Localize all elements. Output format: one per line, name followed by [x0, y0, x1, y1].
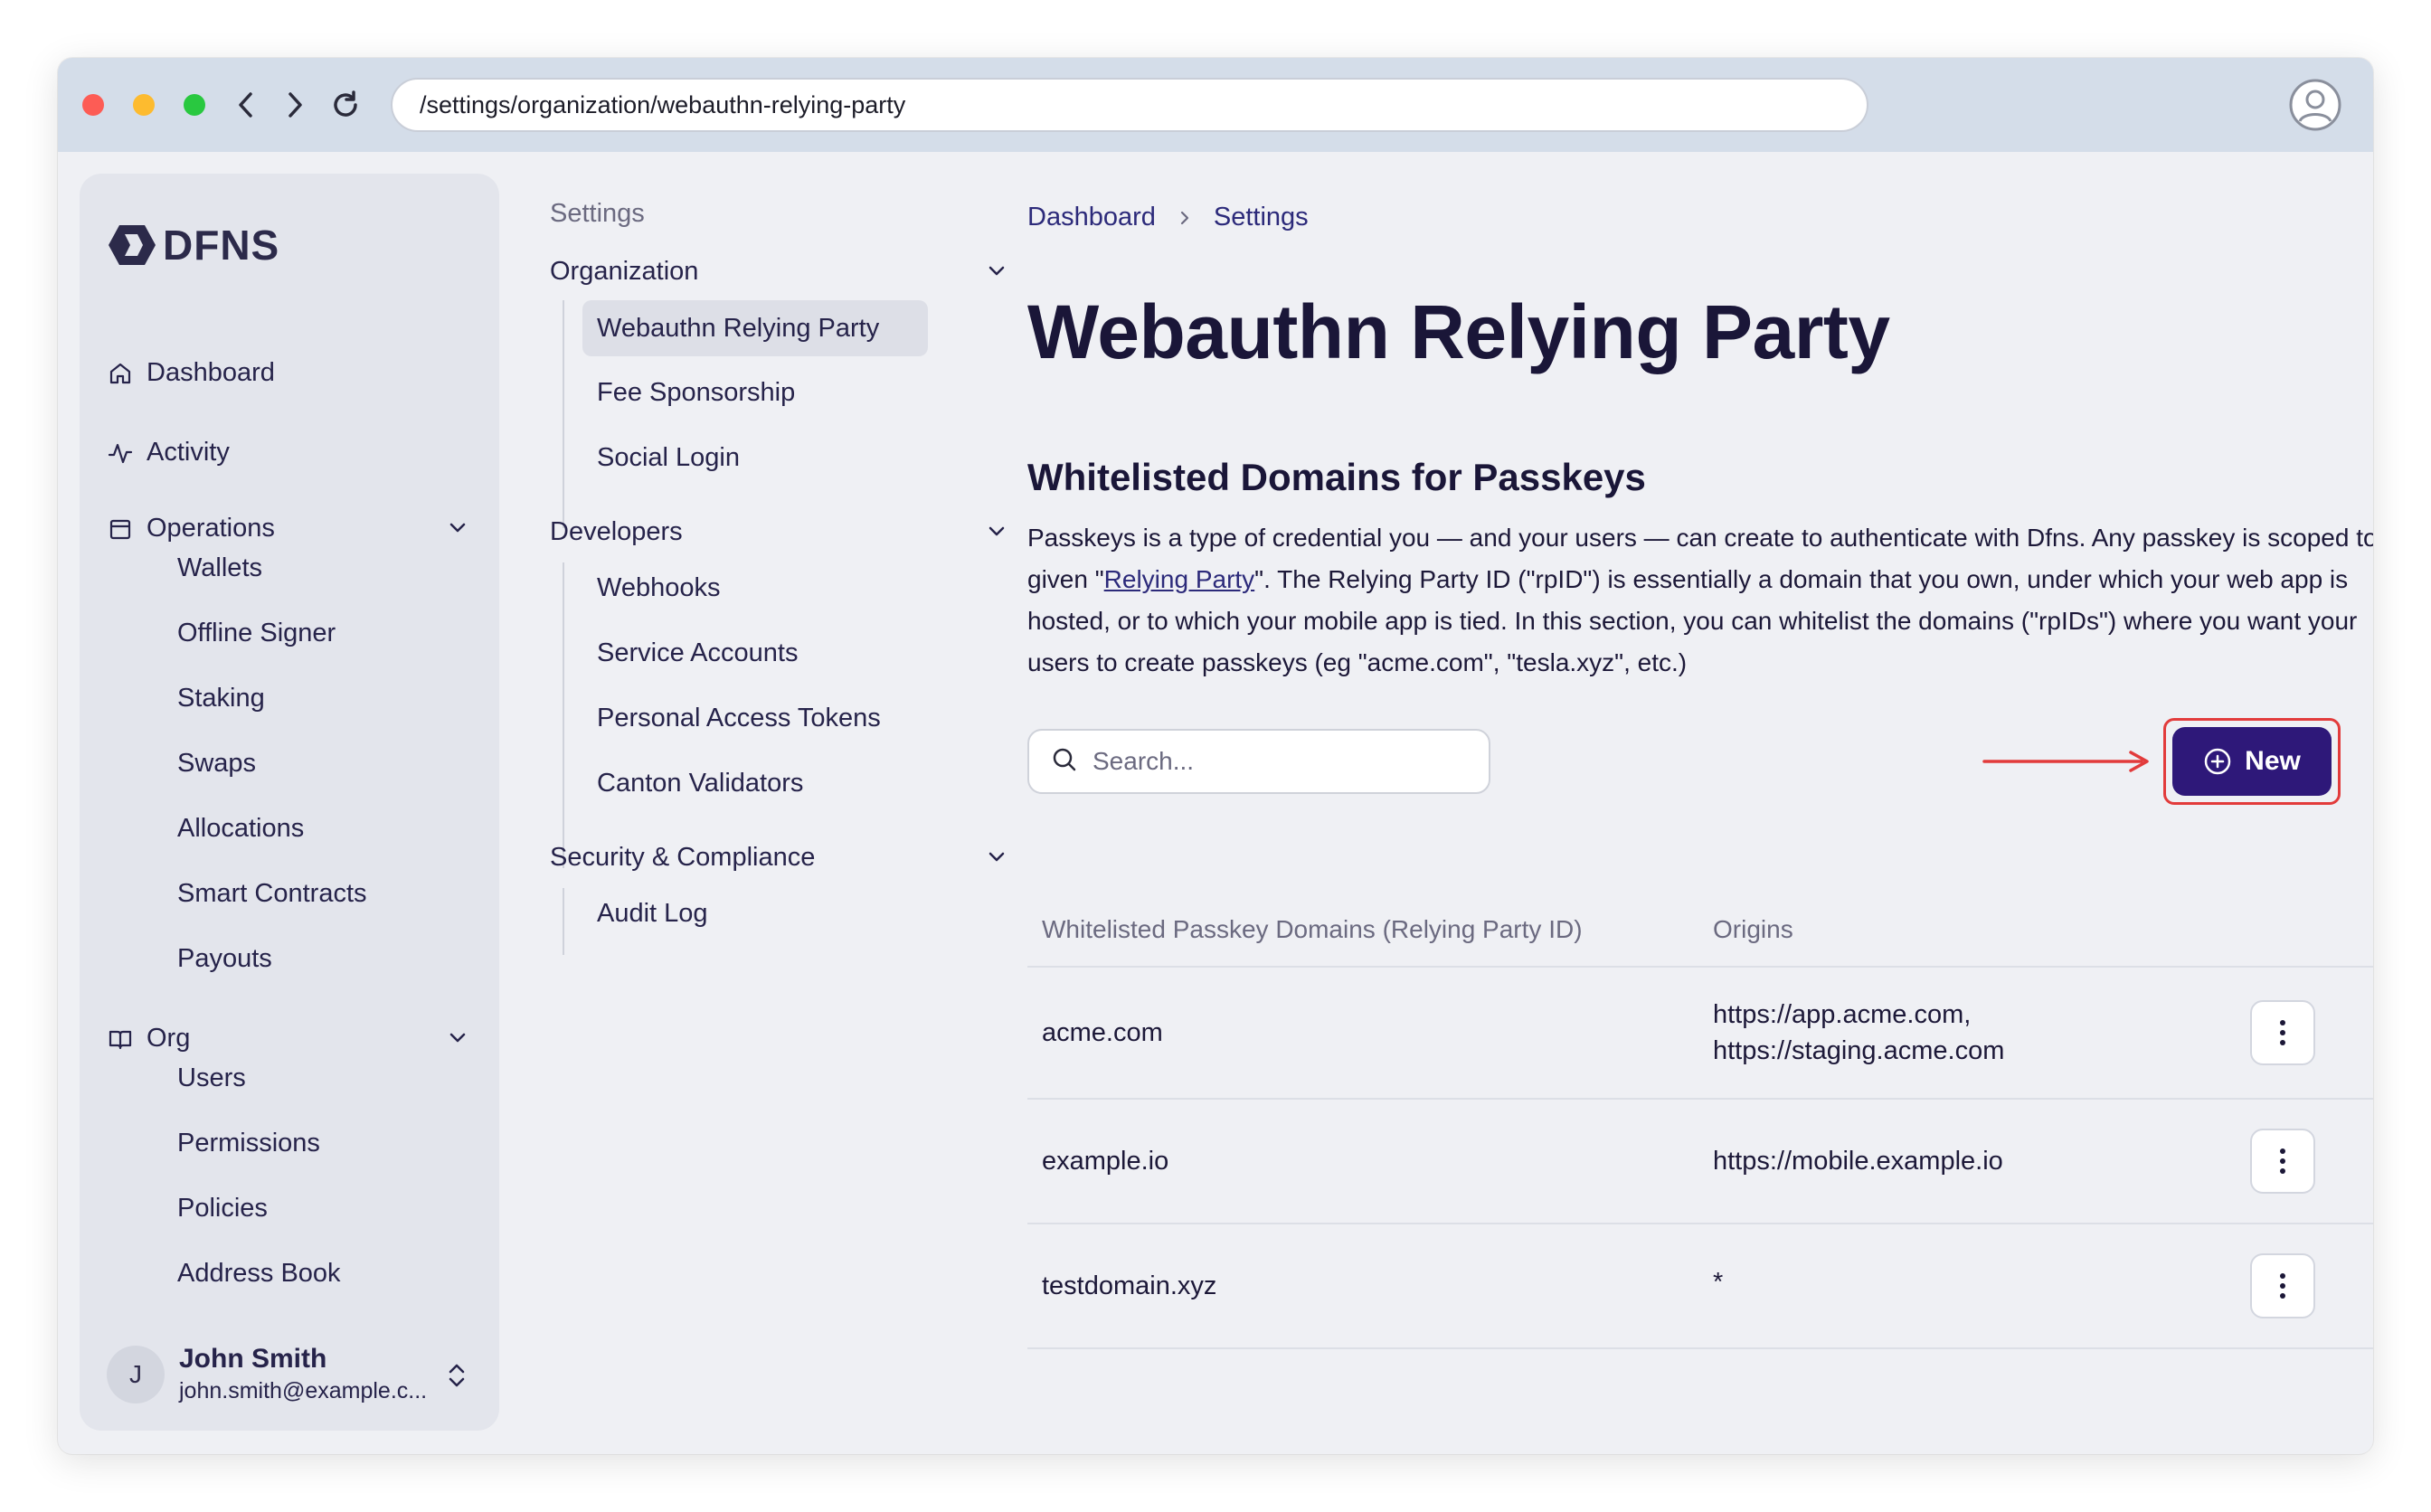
table-divider — [1027, 966, 2373, 968]
chevron-down-icon[interactable] — [984, 845, 1009, 870]
maximize-window-button[interactable] — [184, 94, 205, 116]
more-vertical-icon — [2280, 1020, 2285, 1045]
new-button-label: New — [2245, 746, 2301, 776]
sidebar: DFNS Dashboard Activity Operations Walle… — [80, 174, 499, 1431]
browser-titlebar: /settings/organization/webauthn-relying-… — [58, 58, 2373, 152]
chevron-down-icon[interactable] — [445, 1025, 470, 1051]
settings-group-developers[interactable]: Developers — [550, 517, 683, 547]
section-title: Whitelisted Domains for Passkeys — [1027, 456, 1646, 498]
settings-item-webauthn-relying-party[interactable]: Webauthn Relying Party — [582, 300, 928, 356]
column-header-origins: Origins — [1713, 915, 1793, 943]
breadcrumb-dashboard[interactable]: Dashboard — [1027, 203, 1156, 232]
sidebar-item-offline-signer[interactable]: Offline Signer — [177, 619, 336, 648]
sidebar-item-label: Org — [147, 1024, 191, 1053]
origins-cell: https://mobile.example.io — [1713, 1147, 2003, 1176]
row-actions-button[interactable] — [2250, 1129, 2315, 1194]
sidebar-item-address-book[interactable]: Address Book — [177, 1259, 341, 1289]
sidebar-item-wallets[interactable]: Wallets — [177, 553, 262, 583]
chevron-up-down-icon — [443, 1360, 470, 1391]
sidebar-item-swaps[interactable]: Swaps — [177, 749, 256, 779]
sidebar-item-label: Activity — [147, 438, 230, 467]
sidebar-item-allocations[interactable]: Allocations — [177, 814, 304, 844]
chevron-down-icon[interactable] — [984, 259, 1009, 284]
plus-circle-icon — [2203, 747, 2232, 776]
logo[interactable]: DFNS — [107, 221, 279, 269]
close-window-button[interactable] — [82, 94, 104, 116]
book-icon — [107, 1025, 134, 1053]
settings-group-organization[interactable]: Organization — [550, 257, 698, 287]
page-title: Webauthn Relying Party — [1027, 289, 1890, 374]
logo-text: DFNS — [163, 222, 280, 269]
settings-item-service-accounts[interactable]: Service Accounts — [597, 638, 798, 668]
settings-group-divider — [563, 888, 564, 955]
sidebar-item-policies[interactable]: Policies — [177, 1194, 268, 1224]
annotation-arrow-icon — [1982, 749, 2154, 774]
domain-cell: example.io — [1042, 1147, 1169, 1176]
domain-cell: acme.com — [1042, 1018, 1163, 1047]
sidebar-item-dashboard[interactable]: Dashboard — [107, 358, 275, 388]
user-email: john.smith@example.c... — [179, 1378, 428, 1403]
search-icon — [1051, 746, 1078, 778]
settings-group-divider — [563, 300, 564, 528]
new-button[interactable]: New — [2172, 727, 2332, 796]
sidebar-item-staking[interactable]: Staking — [177, 684, 265, 713]
origins-cell: https://staging.acme.com — [1713, 1036, 2005, 1065]
sidebar-item-smart-contracts[interactable]: Smart Contracts — [177, 879, 367, 909]
sidebar-item-payouts[interactable]: Payouts — [177, 944, 272, 974]
url-text: /settings/organization/webauthn-relying-… — [420, 90, 906, 118]
user-name: John Smith — [179, 1344, 327, 1374]
settings-group-divider — [563, 562, 564, 868]
activity-icon — [107, 439, 134, 467]
breadcrumb-settings[interactable]: Settings — [1214, 203, 1309, 232]
search-box[interactable] — [1027, 729, 1490, 794]
url-bar[interactable]: /settings/organization/webauthn-relying-… — [391, 78, 1868, 132]
back-icon[interactable] — [228, 87, 264, 123]
user-menu[interactable]: J John Smith john.smith@example.c... — [107, 1344, 478, 1407]
sidebar-item-label: Operations — [147, 514, 275, 543]
more-vertical-icon — [2280, 1148, 2285, 1174]
sidebar-item-org[interactable]: Org — [107, 1024, 190, 1054]
settings-menu-title: Settings — [550, 199, 645, 228]
origins-cell: https://app.acme.com, — [1713, 1000, 1972, 1029]
dfns-logo-icon — [109, 225, 156, 265]
profile-icon[interactable] — [2288, 78, 2342, 132]
row-actions-button[interactable] — [2250, 1253, 2315, 1318]
minimize-window-button[interactable] — [133, 94, 155, 116]
chevron-right-icon — [1176, 209, 1194, 227]
sidebar-item-label: Dashboard — [147, 358, 275, 387]
domain-cell: testdomain.xyz — [1042, 1271, 1217, 1300]
home-icon — [107, 360, 134, 387]
origins-cell: * — [1713, 1268, 1724, 1297]
reload-icon[interactable] — [327, 87, 364, 123]
settings-item-canton-validators[interactable]: Canton Validators — [597, 769, 803, 799]
chevron-down-icon[interactable] — [445, 515, 470, 541]
avatar: J — [107, 1346, 165, 1403]
settings-item-webhooks[interactable]: Webhooks — [597, 573, 721, 603]
breadcrumb: Dashboard Settings — [1027, 203, 1309, 232]
settings-item-personal-access-tokens[interactable]: Personal Access Tokens — [597, 704, 881, 733]
row-actions-button[interactable] — [2250, 1000, 2315, 1065]
forward-icon[interactable] — [277, 87, 313, 123]
sidebar-item-permissions[interactable]: Permissions — [177, 1129, 320, 1158]
settings-item-audit-log[interactable]: Audit Log — [597, 899, 708, 929]
relying-party-link[interactable]: Relying Party — [1104, 565, 1255, 593]
chevron-down-icon[interactable] — [984, 519, 1009, 544]
table-divider — [1027, 1347, 2373, 1349]
settings-item-social-login[interactable]: Social Login — [597, 443, 740, 473]
settings-group-security-compliance[interactable]: Security & Compliance — [550, 843, 815, 873]
settings-item-fee-sponsorship[interactable]: Fee Sponsorship — [597, 378, 795, 408]
calendar-icon — [107, 515, 134, 543]
sidebar-item-activity[interactable]: Activity — [107, 438, 230, 468]
section-description: Passkeys is a type of credential you — a… — [1027, 517, 2373, 684]
sidebar-item-users[interactable]: Users — [177, 1063, 246, 1093]
column-header-domains: Whitelisted Passkey Domains (Relying Par… — [1042, 915, 1583, 943]
table-divider — [1027, 1223, 2373, 1224]
settings-item-label: Webauthn Relying Party — [597, 313, 880, 343]
browser-window: /settings/organization/webauthn-relying-… — [58, 58, 2373, 1454]
search-input[interactable] — [1093, 747, 1472, 776]
table-divider — [1027, 1098, 2373, 1100]
more-vertical-icon — [2280, 1273, 2285, 1299]
sidebar-item-operations[interactable]: Operations — [107, 514, 275, 543]
